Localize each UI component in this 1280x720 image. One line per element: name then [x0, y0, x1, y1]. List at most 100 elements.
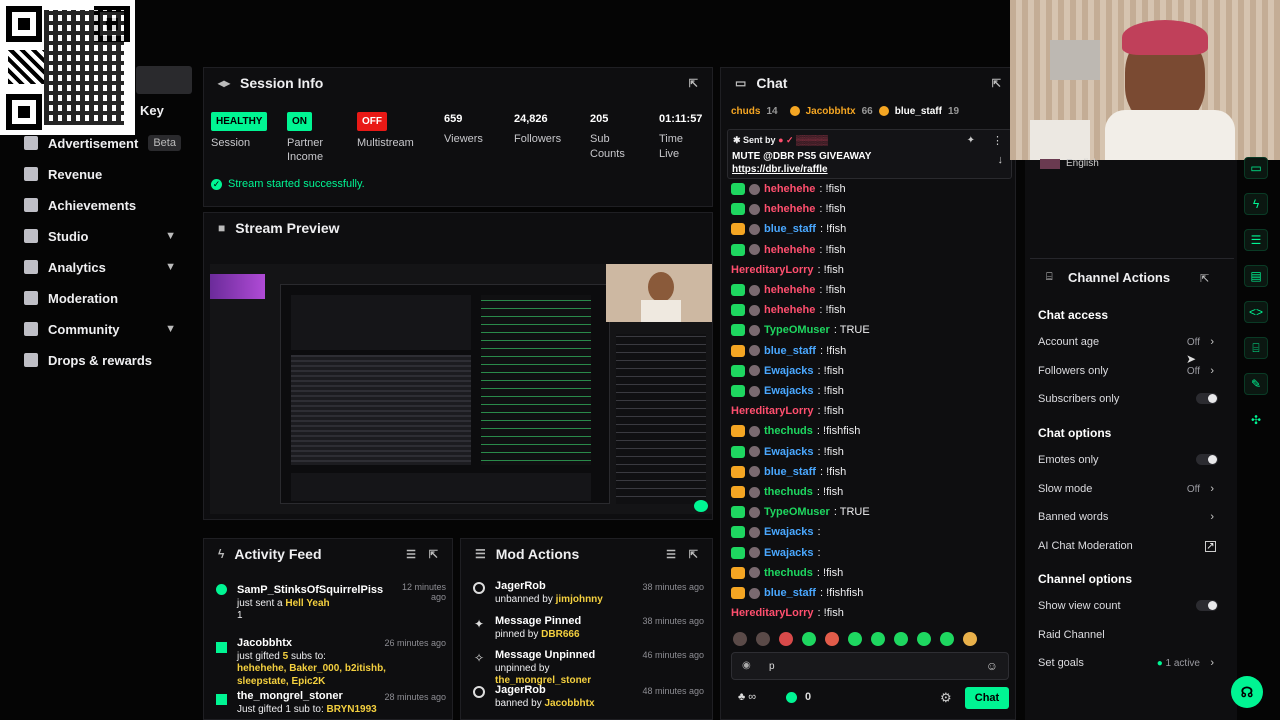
chat-username[interactable]: Ewajacks [764, 526, 814, 538]
emote-icon[interactable] [894, 632, 908, 646]
chat-username[interactable]: blue_staff [764, 345, 816, 357]
set-goals-value: 1 active [1165, 657, 1200, 669]
mod-by[interactable]: DBR666 [541, 629, 579, 640]
sidebar-item-label: Community [48, 321, 120, 337]
collapse-icon[interactable]: ◂▸ [218, 76, 230, 90]
filter-icon[interactable]: ☰ [406, 548, 416, 561]
emotes-only-toggle[interactable] [1196, 454, 1218, 465]
chat-username[interactable]: HereditaryLorry [731, 264, 814, 276]
chat-username[interactable]: hehehehe [764, 284, 815, 296]
chat-title: Chat [756, 75, 788, 91]
set-goals-row[interactable]: Set goals ● 1 active › [1038, 657, 1218, 669]
followers-only-row[interactable]: Followers only Off › [1038, 365, 1218, 377]
emote-icon[interactable] [917, 632, 931, 646]
sidebar-item-advertisement[interactable]: Advertisement Beta [24, 132, 184, 154]
mod-target: JagerRob [495, 580, 546, 592]
help-icon[interactable]: ☊ [1231, 676, 1263, 708]
sidebar-item-moderation[interactable]: Moderation [24, 287, 184, 309]
chat-send-button[interactable]: Chat [965, 687, 1009, 709]
emote-icon[interactable] [779, 632, 793, 646]
top-chatter[interactable]: chuds [731, 106, 760, 117]
chat-username[interactable]: TypeOMuser [764, 506, 830, 518]
chat-username[interactable]: Ewajacks [764, 446, 814, 458]
chat-input-box[interactable]: ◉ p ☺ [731, 652, 1009, 680]
sidebar-item-community[interactable]: Community ▼ [24, 318, 184, 340]
sidebar-item-drops[interactable]: Drops & rewards [24, 349, 184, 371]
emoji-icon[interactable]: ☺ [986, 659, 998, 673]
show-view-count-toggle[interactable] [1196, 600, 1218, 611]
stream-preview-video[interactable] [210, 264, 712, 514]
chat-username[interactable]: TypeOMuser [764, 324, 830, 336]
activity-targets[interactable]: BRYN1993 [327, 704, 377, 715]
mod-by[interactable]: Jacobbhtx [545, 698, 595, 709]
pinned-link[interactable]: https://dbr.live/raffle [732, 164, 828, 175]
banned-words-row[interactable]: Banned words › [1038, 511, 1218, 523]
chat-username[interactable]: hehehehe [764, 203, 815, 215]
activity-link[interactable]: Hell Yeah [285, 598, 329, 609]
popout-icon[interactable]: ⇱ [689, 77, 698, 90]
account-age-row[interactable]: Account age Off › [1038, 336, 1218, 348]
chat-username[interactable]: thechuds [764, 425, 813, 437]
emote-icon[interactable] [848, 632, 862, 646]
chat-username[interactable]: thechuds [764, 567, 813, 579]
infinity-icon[interactable]: ♣ ∞ [738, 691, 756, 703]
top-chatter[interactable]: Jacobbhtx [806, 106, 856, 117]
chat-username[interactable]: blue_staff [764, 587, 816, 599]
rail-chat-icon[interactable]: ▤ [1244, 265, 1268, 287]
slow-mode-row[interactable]: Slow mode Off › [1038, 483, 1218, 495]
emote-icon[interactable] [871, 632, 885, 646]
rail-channel-actions-icon[interactable]: ⌸ [1244, 337, 1268, 359]
sidebar-item-label: Moderation [48, 290, 119, 306]
chat-username[interactable]: Ewajacks [764, 365, 814, 377]
chat-username[interactable]: thechuds [764, 486, 813, 498]
sidebar-item-analytics[interactable]: Analytics ▼ [24, 256, 184, 278]
popout-icon[interactable]: ⇱ [429, 548, 438, 561]
chat-username[interactable]: hehehehe [764, 304, 815, 316]
emote-icon[interactable] [756, 632, 770, 646]
channel-points[interactable]: 0 [786, 691, 811, 703]
emote-icon[interactable] [802, 632, 816, 646]
chat-username[interactable]: blue_staff [764, 466, 816, 478]
more-icon[interactable]: ⋮ [992, 134, 1003, 147]
chat-username[interactable]: hehehehe [764, 244, 815, 256]
ai-moderation-row[interactable]: AI Chat Moderation ↗ [1038, 540, 1218, 552]
chat-username[interactable]: hehehehe [764, 183, 815, 195]
stat-label: Followers [514, 133, 562, 146]
top-chatter[interactable]: blue_staff [895, 106, 942, 117]
sidebar-item-studio[interactable]: Studio ▼ [24, 225, 184, 247]
chat-message: blue_staff: !fish [731, 465, 846, 478]
rail-wrench-icon[interactable]: ✎ [1244, 373, 1268, 395]
rail-puzzle-icon[interactable]: ✣ [1244, 409, 1268, 431]
mod-item: JagerRob unbanned by jimjohnny [495, 580, 625, 606]
popout-icon[interactable]: ⇱ [689, 548, 698, 561]
rail-inbox-icon[interactable]: ▭ [1244, 157, 1268, 179]
subscribers-only-toggle[interactable] [1196, 393, 1218, 404]
pin-icon[interactable]: ✦ [967, 135, 975, 146]
emote-icon[interactable] [733, 632, 747, 646]
chat-username[interactable]: HereditaryLorry [731, 405, 814, 417]
chat-username[interactable]: Ewajacks [764, 547, 814, 559]
sidebar-item-revenue[interactable]: Revenue [24, 163, 184, 185]
mod-by[interactable]: jimjohnny [556, 594, 603, 605]
popout-icon[interactable]: ⇱ [992, 77, 1001, 90]
chat-username[interactable]: Ewajacks [764, 385, 814, 397]
filter-icon[interactable]: ☰ [666, 548, 676, 561]
arrow-down-icon[interactable]: ↓ [998, 154, 1004, 166]
row-value: Off [1186, 336, 1200, 348]
chat-message: thechuds: !fish [731, 486, 843, 498]
emote-icon[interactable] [940, 632, 954, 646]
emote-icon[interactable] [825, 632, 839, 646]
popout-icon[interactable]: ⇱ [1200, 272, 1209, 285]
chat-username[interactable]: blue_staff [764, 223, 816, 235]
rail-list-icon[interactable]: ☰ [1244, 229, 1268, 251]
activity-targets[interactable]: hehehehe, Baker_000, b2itishb, sleepstat… [237, 663, 386, 687]
emote-icon[interactable] [963, 632, 977, 646]
gear-icon[interactable]: ⚙ [940, 690, 952, 706]
rail-bolt-icon[interactable]: ϟ [1244, 193, 1268, 215]
raid-channel-row[interactable]: Raid Channel [1038, 629, 1218, 641]
activity-icon [216, 584, 227, 595]
pinned-message[interactable]: ✱ Sent by ● ✓ ▒▒▒▒▒ MUTE @DBR PS5 GIVEAW… [727, 129, 1012, 179]
sidebar-item-achievements[interactable]: Achievements [24, 194, 184, 216]
chat-username[interactable]: HereditaryLorry [731, 607, 814, 619]
rail-code-icon[interactable]: <> [1244, 301, 1268, 323]
